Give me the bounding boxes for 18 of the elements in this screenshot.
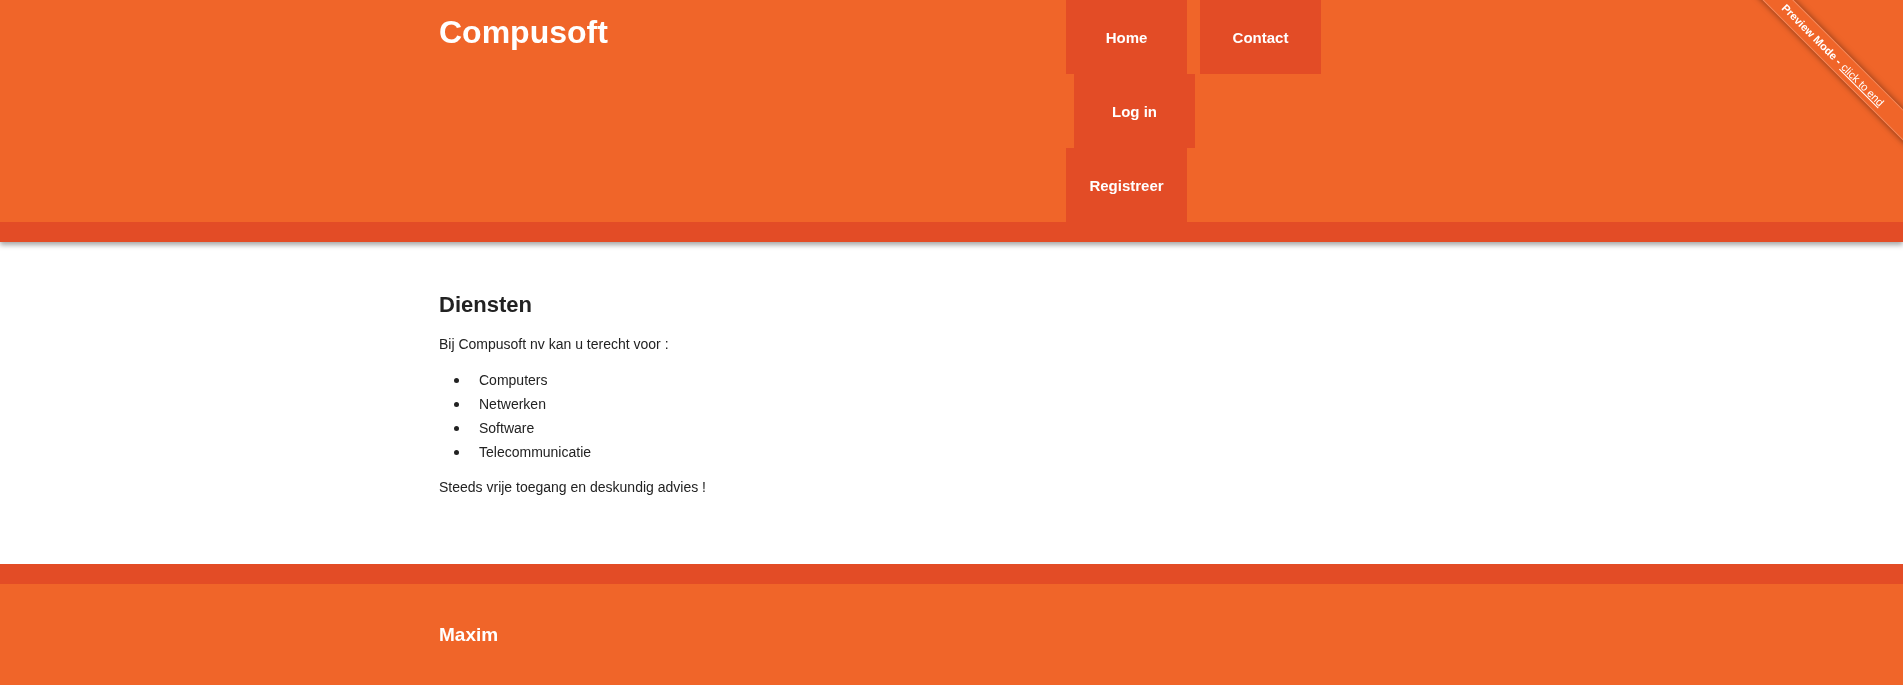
footer-name: Maxim	[439, 624, 499, 646]
bullet-icon	[454, 449, 459, 455]
intro-text: Bij Compusoft nv kan u terecht voor :	[439, 334, 670, 354]
list-item: Computers	[479, 371, 548, 391]
site-title: Compusoft	[439, 14, 608, 51]
bullet-icon	[454, 425, 459, 431]
bullet-icon	[454, 401, 459, 407]
nav-link[interactable]: Log in	[1074, 74, 1195, 148]
closing-text: Steeds vrije toegang en deskundig advies !	[439, 478, 707, 498]
list-item: Telecommunicatie	[479, 443, 592, 463]
list-item: Software	[479, 419, 535, 439]
nav-link[interactable]: Registreer	[1066, 148, 1187, 222]
end-preview-link[interactable]: click to end	[1839, 61, 1887, 109]
nav-link[interactable]: Contact	[1200, 0, 1321, 74]
section-heading: Diensten	[439, 291, 533, 319]
bullet-icon	[454, 377, 459, 383]
list-item: Netwerken	[479, 395, 546, 415]
nav-link[interactable]: Home	[1066, 0, 1187, 74]
